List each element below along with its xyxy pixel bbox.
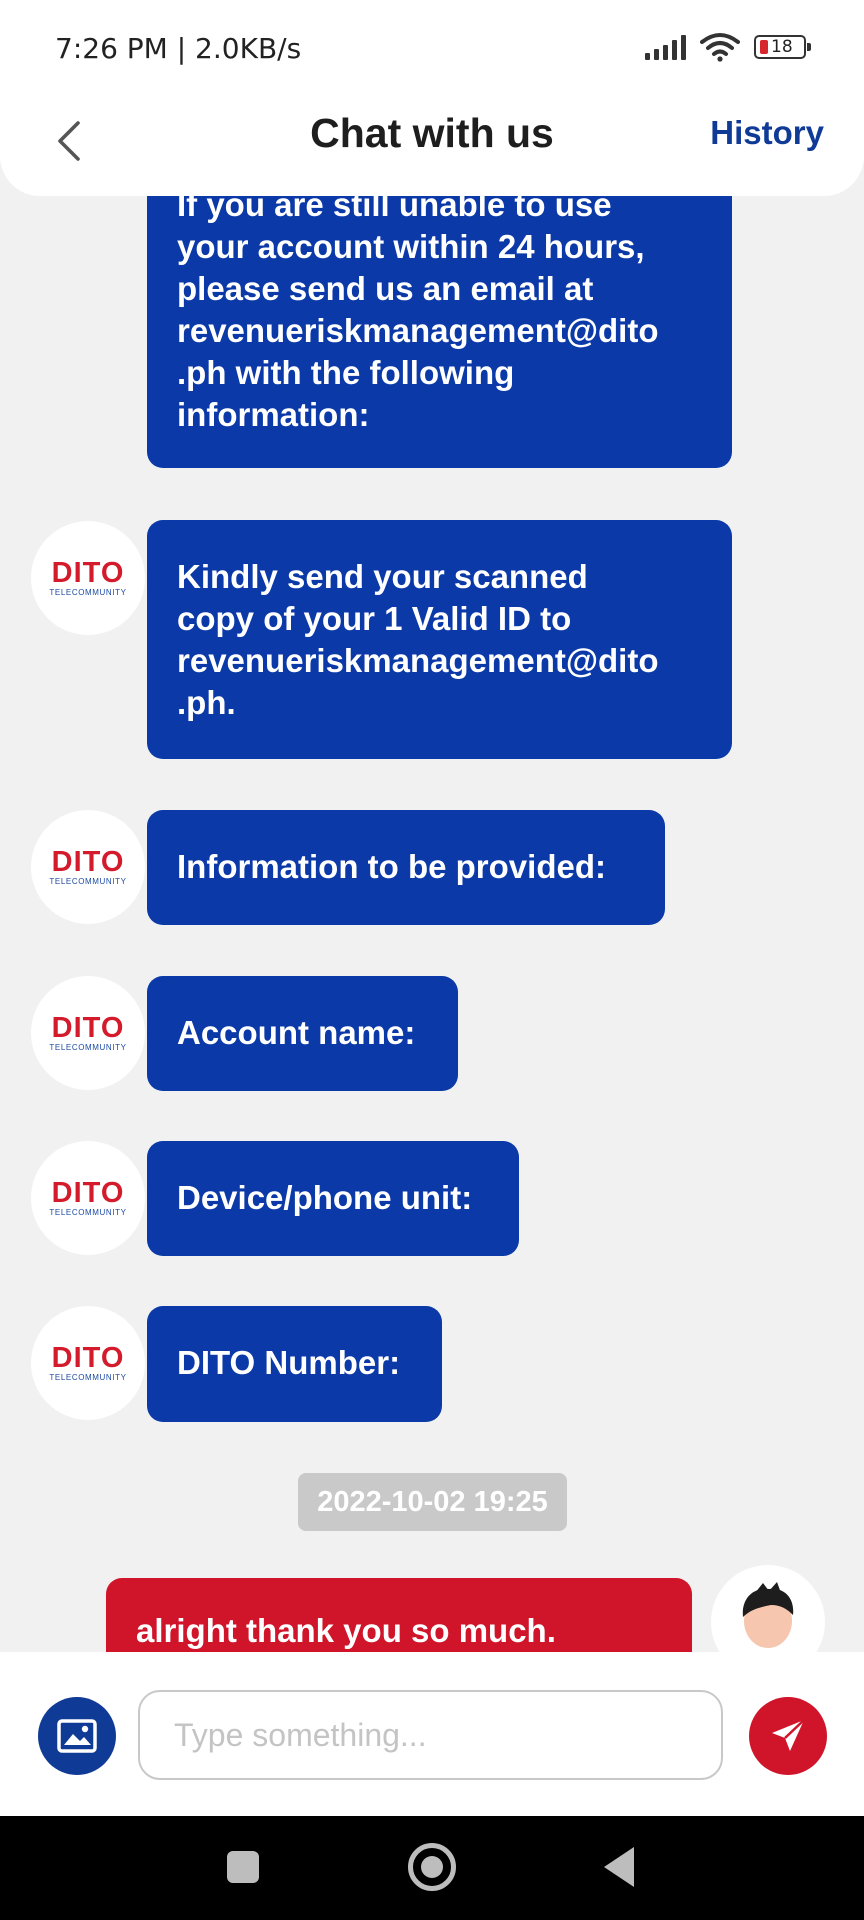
chat-header: Chat with us History bbox=[0, 96, 864, 196]
system-nav-bar bbox=[0, 1816, 864, 1920]
history-link[interactable]: History bbox=[710, 114, 824, 152]
message-composer bbox=[0, 1652, 864, 1816]
agent-message-bubble: Device/phone unit: bbox=[147, 1141, 519, 1256]
dito-logo: DITO bbox=[51, 1012, 125, 1044]
dito-logo: DITO bbox=[51, 846, 125, 878]
message-line: Device/phone unit: bbox=[177, 1179, 473, 1216]
agent-message-bubble: Kindly send your scanned copy of your 1 … bbox=[147, 520, 732, 759]
signal-icon bbox=[645, 34, 686, 60]
dito-logo-subtext: TELECOMMUNITY bbox=[49, 1373, 127, 1382]
dito-logo-subtext: TELECOMMUNITY bbox=[49, 1043, 127, 1052]
battery-level bbox=[760, 40, 768, 54]
message-line: information: bbox=[177, 396, 370, 433]
attach-image-button[interactable] bbox=[38, 1697, 116, 1775]
battery-icon: 18 bbox=[754, 35, 811, 59]
dito-logo-subtext: TELECOMMUNITY bbox=[49, 588, 127, 597]
recent-apps-button[interactable] bbox=[227, 1851, 259, 1883]
home-button[interactable] bbox=[408, 1843, 456, 1891]
image-icon bbox=[57, 1719, 97, 1753]
dito-logo: DITO bbox=[51, 1177, 125, 1209]
send-button[interactable] bbox=[749, 1697, 827, 1775]
message-line: revenueriskmanagement@dito bbox=[177, 642, 659, 679]
agent-message-bubble: Account name: bbox=[147, 976, 458, 1091]
agent-message-bubble: Information to be provided: bbox=[147, 810, 665, 925]
message-line: please send us an email at bbox=[177, 270, 594, 307]
dito-logo: DITO bbox=[51, 1342, 125, 1374]
agent-message-bubble: If you are still unable to use your acco… bbox=[147, 180, 732, 468]
status-time-speed: 7:26 PM | 2.0KB/s bbox=[55, 32, 302, 65]
message-line: DITO Number: bbox=[177, 1344, 401, 1381]
message-line: alright thank you so much. bbox=[136, 1612, 556, 1649]
agent-avatar: DITO TELECOMMUNITY bbox=[31, 1306, 145, 1420]
agent-avatar: DITO TELECOMMUNITY bbox=[31, 521, 145, 635]
battery-percent: 18 bbox=[771, 37, 793, 57]
message-line: Account name: bbox=[177, 1014, 416, 1051]
dito-logo-subtext: TELECOMMUNITY bbox=[49, 1208, 127, 1217]
dito-logo-subtext: TELECOMMUNITY bbox=[49, 877, 127, 886]
status-bar: 7:26 PM | 2.0KB/s 18 bbox=[0, 0, 864, 96]
message-line: your account within 24 hours, bbox=[177, 228, 645, 265]
message-timestamp: 2022-10-02 19:25 bbox=[298, 1473, 567, 1531]
agent-avatar: DITO TELECOMMUNITY bbox=[31, 976, 145, 1090]
message-line: .ph with the following bbox=[177, 354, 515, 391]
message-line: Kindly send your scanned bbox=[177, 558, 588, 595]
message-line: copy of your 1 Valid ID to bbox=[177, 600, 572, 637]
message-line: revenueriskmanagement@dito bbox=[177, 312, 659, 349]
message-line: .ph. bbox=[177, 684, 236, 721]
system-back-button[interactable] bbox=[604, 1847, 634, 1887]
agent-message-bubble: DITO Number: bbox=[147, 1306, 442, 1422]
send-icon bbox=[772, 1719, 805, 1751]
agent-avatar: DITO TELECOMMUNITY bbox=[31, 1141, 145, 1255]
message-input[interactable] bbox=[138, 1690, 723, 1780]
dito-logo: DITO bbox=[51, 557, 125, 589]
agent-avatar: DITO TELECOMMUNITY bbox=[31, 810, 145, 924]
status-icons: 18 bbox=[645, 30, 811, 64]
message-line: Information to be provided: bbox=[177, 848, 606, 885]
wifi-icon bbox=[700, 33, 740, 62]
